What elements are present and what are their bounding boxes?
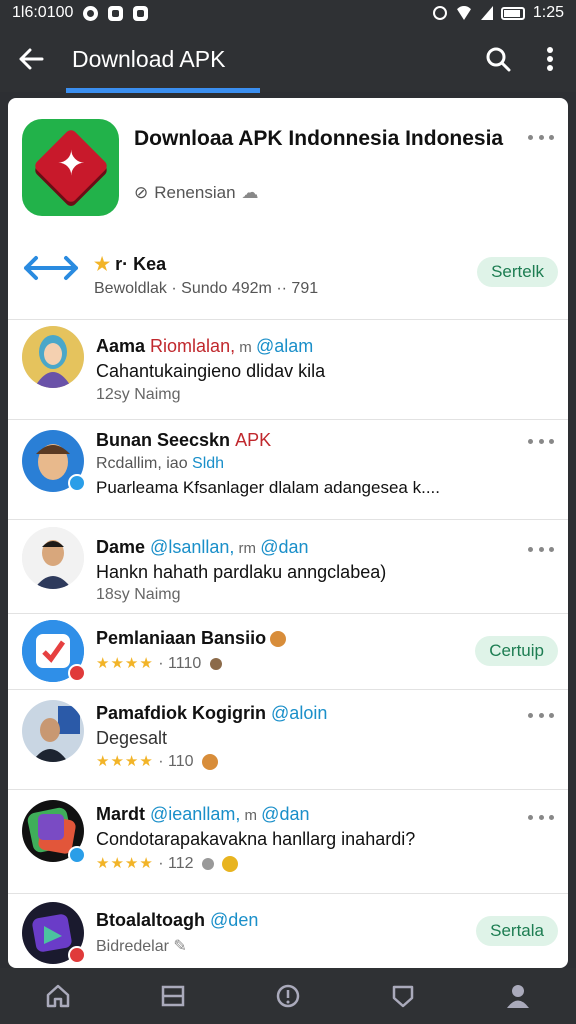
featured-title: ★ r· Kea [94,254,167,274]
item-action-button[interactable]: Sertala [476,916,558,946]
item-text: Hankn hahath pardlaku anngclabea) [96,562,387,582]
app-header: ✦ Downloaa APK Indonnesia Indonesia ⊘ Re… [8,98,568,228]
status-bar: 1l6:0100 1:25 [0,0,576,26]
rating-stars-icon: ★★★★ [96,753,154,770]
item-more-button[interactable] [528,540,554,558]
item-rating: ★★★★ · 112 [96,854,239,873]
item-more-button[interactable] [528,432,554,450]
nav-shield[interactable] [373,968,433,1024]
list-item[interactable]: Pemlaniaan Bansiio ★★★★ · 1110 Certuip [8,614,568,690]
avatar [22,326,84,388]
list-box-icon [161,985,185,1007]
more-vert-icon [547,47,553,71]
status-time-left: 1l6:0100 [12,4,74,21]
item-text: Degesalt [96,728,168,748]
avatar [22,527,84,589]
app-title: Downloaa APK Indonnesia Indonesia [134,127,504,150]
list-item[interactable]: Mardt @ieanllam, m @dan Condotarapakavak… [8,790,568,894]
item-name: Bunan Seecskn APK [96,430,272,450]
star-icon: ★ [94,254,111,274]
item-name: Btoalaltoagh @den [96,910,259,930]
item-meta: 12sy Naimg [96,386,181,403]
featured-item[interactable]: ★ r· Kea Bewoldlak · Sundo 492m ·· 791 S… [8,228,568,320]
back-arrow-icon [19,48,44,70]
rating-stars-icon: ★★★★ [96,855,154,872]
item-action-button[interactable]: Certuip [475,636,558,666]
person-icon [507,985,530,1008]
pin-icon: ✎ [173,938,187,955]
notification-icon [83,5,99,21]
swap-arrows-icon [24,256,78,280]
page-title: Download APK [72,45,226,72]
rating-stars-icon: ★★★★ [96,655,154,672]
nav-home[interactable] [28,968,88,1024]
list-item[interactable]: Dame @lsanllan, rm @dan Hankn hahath par… [8,520,568,614]
list-item[interactable]: Btoalaltoagh @den Bidredelar ✎ Sertala [8,894,568,968]
list-item[interactable]: Aama Riomlalan, m @alam Cahantukaingieno… [8,320,568,420]
emoji-icon [201,753,218,770]
item-text: Puarleama Kfsanlager dlalam adangesea k.… [96,478,440,497]
header-more-button[interactable] [528,128,554,146]
item-more-button[interactable] [528,808,554,826]
message-icon [133,5,149,21]
alarm-icon [432,6,447,20]
battery-icon [500,6,525,20]
alert-badge-icon [68,664,86,682]
nav-profile[interactable] [488,968,548,1024]
emoji-icon [270,631,287,648]
shield-icon [392,985,414,1008]
item-rating: ★★★★ · 1110 [96,654,222,673]
wifi-icon [454,6,473,20]
tab-indicator [66,88,260,93]
item-name: Aama Riomlalan, m @alam [96,336,314,356]
status-time: 1:25 [532,4,564,21]
app-bar: Download APK [0,26,576,92]
item-meta: Bidredelar ✎ [96,938,187,955]
verified-badge-icon [68,846,86,864]
overflow-menu-button[interactable] [524,26,576,92]
signal-icon [480,6,493,20]
notification-icon [108,5,124,21]
item-more-button[interactable] [528,706,554,724]
item-text: Cahantukaingieno dlidav kila [96,361,326,381]
emoji-icon [209,657,222,670]
item-meta: 18sy Naimg [96,586,181,603]
back-button[interactable] [0,26,62,92]
info-icon [276,984,300,1008]
nav-library[interactable] [143,968,203,1024]
cloud-icon: ☁ [241,183,259,202]
emoji-icon [201,857,214,870]
alert-badge-icon [68,946,86,964]
emoji-icon [222,855,239,872]
search-icon [486,47,511,72]
item-name: Mardt @ieanllam, m @dan [96,804,310,824]
featured-meta: Bewoldlak · Sundo 492m ·· 791 [94,280,319,297]
bottom-navigation [0,968,576,1024]
list-item[interactable]: Bunan Seecskn APK Rcdallim, iao Sldh Pua… [8,420,568,520]
search-button[interactable] [472,26,524,92]
nav-info[interactable] [258,968,318,1024]
item-name: Pemlaniaan Bansiio [96,628,287,649]
item-text: Condotarapakavakna hanllarg inahardi? [96,829,416,849]
featured-action-button[interactable]: Sertelk [477,257,558,287]
app-icon: ✦ [22,119,119,216]
app-subtitle: ⊘ Renensian ☁ [134,183,259,202]
verified-badge-icon [68,474,86,492]
content-card: ✦ Downloaa APK Indonnesia Indonesia ⊘ Re… [8,98,568,968]
home-icon [46,984,69,1008]
link-icon: ⊘ [134,183,149,202]
item-sub: Rcdallim, iao Sldh [96,455,225,472]
item-name: Dame @lsanllan, rm @dan [96,537,309,557]
item-name: Pamafdiok Kogigrin @aloin [96,703,328,723]
list-item[interactable]: Pamafdiok Kogigrin @aloin Degesalt ★★★★ … [8,690,568,790]
item-rating: ★★★★ · 110 [96,752,218,771]
avatar [22,700,84,762]
